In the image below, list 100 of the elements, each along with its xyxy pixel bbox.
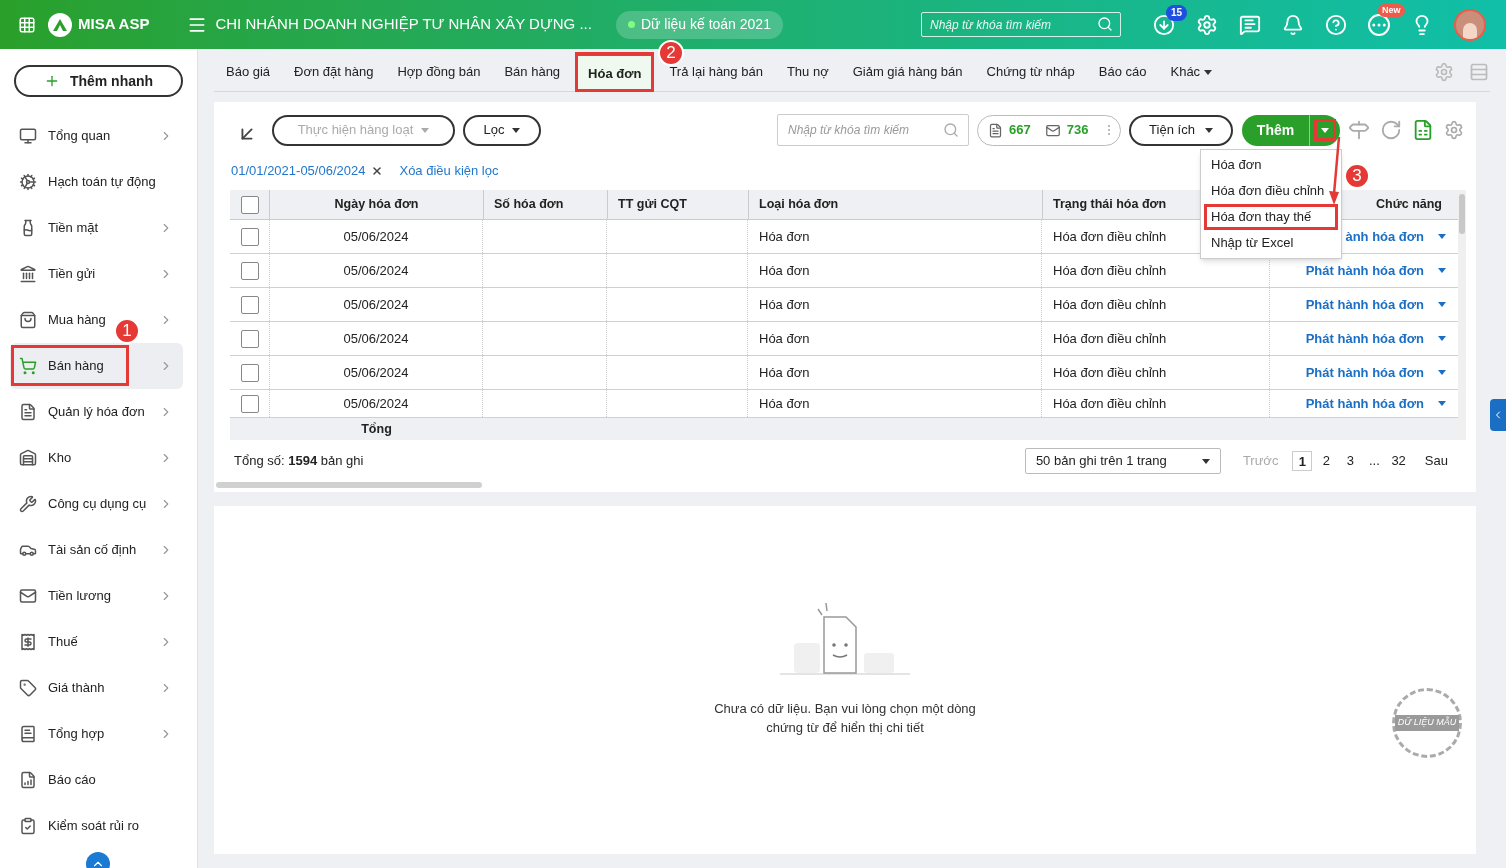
search-field[interactable]: Nhập từ khóa tìm kiếm	[777, 114, 969, 146]
page-button[interactable]: 3	[1340, 451, 1361, 471]
menu-item[interactable]: Hóa đơn điều chỉnh	[1211, 181, 1325, 201]
caret-icon	[1438, 336, 1446, 341]
sidebar-item[interactable]: Tổng hợp	[48, 724, 105, 744]
record-total: Tổng số: 1594 bản ghi	[234, 452, 364, 471]
tab[interactable]: Hợp đồng bán	[385, 53, 493, 91]
warehouse-icon[interactable]	[19, 449, 37, 467]
refresh-icon[interactable]	[1380, 119, 1402, 141]
sidebar-item[interactable]: Kho	[48, 448, 72, 468]
row-checkbox[interactable]	[240, 329, 259, 348]
sidebar-item[interactable]: Quản lý hóa đơn	[48, 402, 145, 422]
scrollbar-thumb[interactable]	[216, 482, 482, 488]
tab[interactable]: Đơn đặt hàng	[282, 53, 386, 91]
table-cell-text: Hóa đơn điều chỉnh	[1053, 295, 1167, 314]
row-checkbox[interactable]	[240, 363, 259, 382]
side-panel-toggle[interactable]	[1490, 399, 1506, 431]
add-dropdown-button[interactable]	[1314, 119, 1336, 141]
page-size-select[interactable]: 50 bản ghi trên 1 trang	[1024, 448, 1221, 474]
book-icon[interactable]	[19, 725, 37, 743]
avatar[interactable]	[1454, 8, 1486, 41]
row-checkbox[interactable]	[240, 261, 259, 280]
table-cell-text: Hóa đơn	[759, 363, 810, 382]
page-button[interactable]: 2	[1316, 451, 1337, 471]
table-cell-text: Hóa đơn	[759, 227, 810, 246]
page-button[interactable]: 32	[1388, 451, 1409, 471]
document-icon[interactable]	[19, 403, 37, 421]
sidebar-item[interactable]: Mua hàng	[48, 310, 106, 330]
menu-item[interactable]: Hóa đơn	[1211, 155, 1262, 175]
utilities-button[interactable]: Tiện ích	[1129, 114, 1233, 146]
page-button[interactable]: 1	[1292, 451, 1313, 471]
row-checkbox[interactable]	[240, 227, 259, 246]
count-badge: 15	[1166, 4, 1188, 21]
company-name: CHI NHÁNH DOANH NGHIỆP TƯ NHÂN XÂY DỰNG ...	[215, 14, 592, 35]
sidebar-item[interactable]: Hạch toán tự động	[48, 172, 156, 192]
receipt-icon[interactable]	[19, 633, 37, 651]
sample-data-stamp: DỮ LIỆU MẪU	[1392, 688, 1462, 758]
sidebar-item[interactable]: Công cụ dụng cụ	[48, 494, 147, 514]
search-icon	[943, 122, 959, 138]
row-checkbox[interactable]	[240, 394, 259, 413]
tab[interactable]: Giảm giá hàng bán	[840, 53, 975, 91]
caret-icon	[1201, 458, 1210, 464]
sidebar-item[interactable]: Thuế	[48, 632, 78, 652]
caret-icon	[1438, 234, 1446, 239]
cart-icon	[19, 357, 37, 375]
issue-invoice-link[interactable]: Phát hành hóa đơn	[1305, 260, 1424, 281]
quick-add-button[interactable]: Thêm nhanh	[14, 65, 183, 97]
clear-filter-link[interactable]: Xóa điều kiện lọc	[399, 161, 499, 181]
sidebar-item[interactable]: Tổng quan	[48, 126, 111, 146]
table-cell-text: Hóa đơn điều chỉnh	[1053, 329, 1167, 348]
tab[interactable]: Bán hàng	[492, 53, 573, 91]
issue-invoice-link[interactable]: Phát hành hóa đơn	[1305, 328, 1424, 349]
sidebar-item[interactable]: Báo cáo	[48, 770, 96, 790]
tab[interactable]: Thu nợ	[774, 53, 841, 91]
excel-icon[interactable]	[1412, 119, 1434, 141]
gear-icon[interactable]	[19, 173, 37, 191]
help-icon[interactable]	[1325, 13, 1347, 36]
wrench-icon[interactable]	[19, 495, 37, 513]
apps-icon[interactable]	[18, 15, 36, 34]
issue-invoice-link[interactable]: Phát hành hóa đơn	[1305, 294, 1424, 315]
table-cell-text: Hóa đơn	[759, 295, 810, 314]
envelope-icon[interactable]	[19, 587, 37, 605]
search-icon	[1097, 16, 1113, 32]
sidebar-item[interactable]: Tiền mặt	[48, 218, 99, 238]
document-icon	[988, 122, 1003, 138]
issue-invoice-link[interactable]: Phát hành hóa đơn	[1305, 393, 1424, 414]
clipboard-icon[interactable]	[19, 817, 37, 835]
chat-icon[interactable]	[1239, 13, 1261, 36]
sidebar-item[interactable]: Tiền lương	[48, 586, 111, 606]
table-cell-text: 05/06/2024	[343, 394, 409, 413]
tab[interactable]: Hóa đơn	[576, 53, 654, 91]
bag-icon[interactable]	[19, 311, 37, 329]
signpost-icon[interactable]	[1348, 119, 1370, 141]
more-tab[interactable]: Khác	[1158, 53, 1225, 91]
sidebar-item[interactable]: Tiền gửi	[48, 264, 96, 284]
scrollbar-thumb[interactable]	[1459, 194, 1465, 234]
filter-button[interactable]: Lọc	[463, 114, 541, 146]
caret-icon	[512, 127, 521, 133]
settings-icon[interactable]	[1444, 120, 1464, 140]
row-checkbox[interactable]	[240, 295, 259, 314]
monitor-icon[interactable]	[19, 127, 37, 145]
sidebar-item[interactable]: Tài sản cố định	[48, 540, 137, 560]
tab[interactable]: Báo cáo	[1086, 53, 1159, 91]
page-button[interactable]: ...	[1364, 451, 1385, 471]
bell-icon[interactable]	[1282, 13, 1304, 36]
menu-item[interactable]: Nhập từ Excel	[1211, 233, 1294, 253]
sidebar-item[interactable]: Kiểm soát rủi ro	[48, 816, 140, 836]
issue-invoice-link[interactable]: ành hóa đơn	[1345, 226, 1424, 247]
tag-icon[interactable]	[19, 679, 37, 697]
menu-item[interactable]: Hóa đơn thay thế	[1204, 204, 1338, 230]
bank-icon[interactable]	[19, 265, 37, 283]
select-all-checkbox[interactable]	[240, 195, 259, 214]
tab[interactable]: Báo giá	[214, 53, 283, 91]
sidebar-item[interactable]: Giá thành	[48, 678, 105, 698]
next-page-button[interactable]: Sau	[1424, 451, 1448, 471]
issue-invoice-link[interactable]: Phát hành hóa đơn	[1305, 362, 1424, 383]
close-icon[interactable]	[371, 165, 384, 177]
caret-icon	[1204, 69, 1213, 75]
tab[interactable]: Chứng từ nháp	[974, 53, 1087, 91]
report-icon[interactable]	[19, 771, 37, 789]
